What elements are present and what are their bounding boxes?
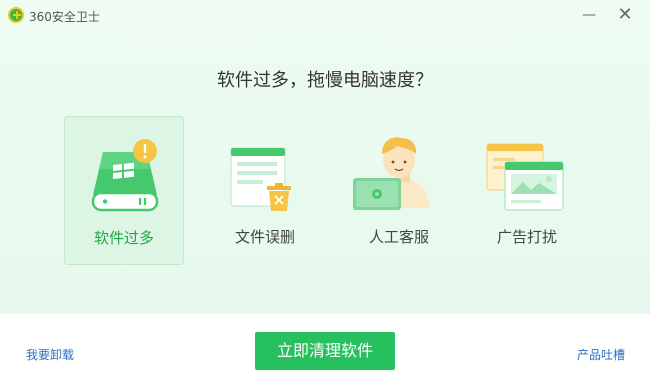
feedback-link[interactable]: 产品吐槽 [577,346,625,363]
option-file-deleted[interactable]: 文件误删 [205,116,325,265]
option-too-many-software[interactable]: 软件过多 [64,116,184,265]
page-heading: 软件过多，拖慢电脑速度？ [217,70,433,91]
option-label: 人工客服 [368,228,429,246]
drive-windows-icon [91,139,159,212]
option-ad-disturbance[interactable]: 广告打扰 [467,116,587,265]
option-label: 文件误删 [234,228,295,246]
option-human-support[interactable]: 人工客服 [339,116,459,265]
option-label: 广告打扰 [496,228,557,246]
document-trash-icon [230,147,291,211]
popup-ads-icon [486,143,564,211]
window-title: 360安全卫士 [29,10,100,24]
clean-software-button[interactable]: 立即清理软件 [255,332,395,370]
option-label: 软件过多 [93,229,154,247]
app-logo-icon [8,7,24,23]
close-button[interactable]: ✕ [614,5,636,25]
uninstall-link[interactable]: 我要卸载 [26,346,74,363]
support-agent-icon [353,137,429,210]
app-window: 360安全卫士 — ✕ 软件过多，拖慢电脑速度？ 软件过多 文件误删 人工客服 … [0,0,650,388]
minimize-button[interactable]: — [578,5,600,25]
